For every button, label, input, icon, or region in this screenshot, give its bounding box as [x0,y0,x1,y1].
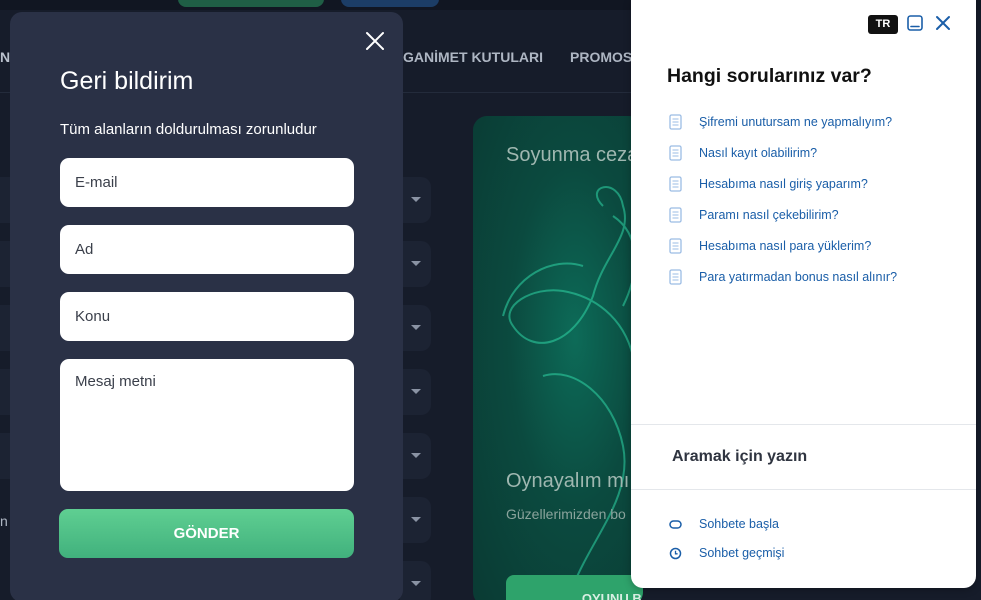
promo-card-subtitle: Oynayalım mı [506,470,630,492]
side-text-fragment: n [0,513,8,529]
caret-down-icon [411,517,421,522]
game-promo-card[interactable]: Soyunma ceza Oynayalım mı Güzellerimizde… [473,116,643,600]
faq-item-label: Şifremi unutursam ne yapmalıyım? [699,115,893,129]
email-field[interactable] [60,158,354,207]
panel-divider [631,424,976,425]
message-field[interactable] [60,359,354,491]
minimize-icon[interactable] [907,15,923,31]
side-filter-stub [0,369,10,415]
caret-down-icon [411,325,421,330]
document-icon [669,207,682,223]
feedback-modal: Geri bildirim Tüm alanların doldurulması… [10,12,403,600]
start-chat-button[interactable]: Sohbete başla [669,517,779,531]
side-filter-stub [0,433,10,479]
faq-item-label: Para yatırmadan bonus nasıl alınır? [699,270,898,284]
filter-dropdown[interactable] [400,241,431,287]
help-panel: TR Hangi sorularınız var? Şifremi unutur… [631,0,976,588]
document-icon [669,269,682,285]
faq-item[interactable]: Hesabıma nasıl para yüklerim? [669,237,897,268]
filter-dropdown[interactable] [400,561,431,600]
send-button[interactable]: GÖNDER [59,509,354,558]
faq-item-label: Hesabıma nasıl para yüklerim? [699,239,872,253]
nav-fragment-left[interactable]: N [0,49,10,65]
caret-down-icon [411,581,421,586]
faq-item[interactable]: Para yatırmadan bonus nasıl alınır? [669,268,897,299]
faq-list: Şifremi unutursam ne yapmalıyım? Nasıl k… [669,113,897,299]
document-icon [669,145,682,161]
close-icon[interactable] [935,15,951,31]
filter-dropdown[interactable] [400,433,431,479]
document-icon [669,176,682,192]
faq-item-label: Nasıl kayıt olabilirim? [699,146,818,160]
document-icon [669,114,682,130]
side-filter-stub [0,241,10,287]
nav-item-loot-boxes[interactable]: GANİMET KUTULARI [403,49,543,65]
language-selector[interactable]: TR [868,15,898,34]
clock-icon [669,547,682,559]
side-filter-stub [0,305,10,351]
faq-item[interactable]: Şifremi unutursam ne yapmalıyım? [669,113,897,144]
faq-item-label: Hesabıma nasıl giriş yaparım? [699,177,868,191]
document-icon [669,238,682,254]
start-chat-label: Sohbete başla [699,517,779,531]
faq-item[interactable]: Hesabıma nasıl giriş yaparım? [669,175,897,206]
close-icon[interactable] [364,30,386,52]
subject-field[interactable] [60,292,354,341]
caret-down-icon [411,389,421,394]
chat-history-label: Sohbet geçmişi [699,546,785,560]
caret-down-icon [411,453,421,458]
panel-divider [631,489,976,490]
feedback-title: Geri bildirim [60,67,194,95]
faq-item[interactable]: Nasıl kayıt olabilirim? [669,144,897,175]
top-green-button[interactable] [178,0,324,7]
name-field[interactable] [60,225,354,274]
chat-bubble-icon [669,519,682,529]
side-filter-stub [0,177,10,223]
filter-dropdown[interactable] [400,177,431,223]
faq-item-label: Paramı nasıl çekebilirim? [699,208,839,222]
filter-dropdown[interactable] [400,497,431,543]
nav-item-promos[interactable]: PROMOS [570,49,632,65]
start-game-button[interactable]: OYUNU BAŞLAT [506,575,643,600]
start-game-label: OYUNU BAŞLAT [581,591,643,600]
caret-down-icon [411,197,421,202]
chat-history-button[interactable]: Sohbet geçmişi [669,546,784,560]
filter-dropdown[interactable] [400,305,431,351]
promo-card-title: Soyunma ceza [506,144,639,166]
promo-card-text: Güzellerimizden bo [506,506,626,522]
required-fields-note: Tüm alanların doldurulması zorunludur [60,121,317,138]
top-blue-button[interactable] [341,0,439,7]
faq-item[interactable]: Paramı nasıl çekebilirim? [669,206,897,237]
caret-down-icon [411,261,421,266]
glowing-figure-illustration [502,186,636,587]
search-input[interactable]: Aramak için yazın [672,448,807,466]
filter-dropdown[interactable] [400,369,431,415]
help-title: Hangi sorularınız var? [667,65,872,87]
